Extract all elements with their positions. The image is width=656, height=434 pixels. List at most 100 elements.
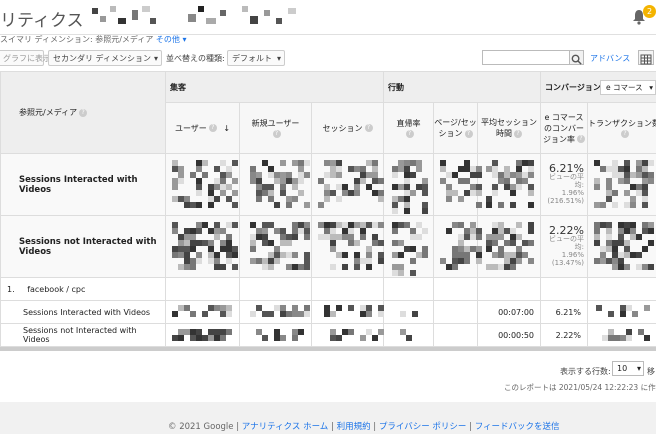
redaction-block <box>262 335 268 341</box>
redaction-block <box>232 160 238 166</box>
redaction-block <box>422 208 428 214</box>
plot-rows-button[interactable]: グラフに表示 <box>0 50 51 66</box>
redaction-block <box>360 234 366 240</box>
redaction-block <box>476 202 482 208</box>
search-button[interactable] <box>569 50 584 65</box>
table-row: Sessions not Interacted with Videos 00:0… <box>0 323 656 347</box>
redaction-block <box>292 335 298 341</box>
redaction-block <box>498 202 504 208</box>
help-icon[interactable]: ? <box>79 108 88 117</box>
footer-links: © 2021 Google | アナリティクス ホーム | 利用規約 | プライ… <box>168 422 560 432</box>
view-average-label: ビューの平均: <box>549 234 584 251</box>
redaction-block <box>292 252 298 258</box>
redaction-block <box>202 311 208 317</box>
help-icon[interactable]: ? <box>514 129 522 138</box>
column-header-users[interactable]: ユーザー? ↓ <box>165 102 240 154</box>
redaction-block <box>626 335 632 341</box>
sort-type-label: 並べ替えの種類: <box>166 54 225 63</box>
table-view-button[interactable] <box>638 50 654 65</box>
ecommerce-goal-select[interactable]: e コマース ▾ <box>600 80 656 95</box>
redaction-block <box>318 202 324 208</box>
redaction-block <box>250 246 256 252</box>
redaction-block <box>422 252 428 258</box>
redaction-block <box>648 160 654 166</box>
column-header-avg-session-duration[interactable]: 平均セッション時間? <box>477 102 541 154</box>
redaction-block <box>510 190 516 196</box>
redaction-block <box>232 222 238 228</box>
redaction-block <box>398 252 404 258</box>
dimension-header-label: 参照元/メディア <box>19 108 78 117</box>
redaction-block <box>608 311 614 317</box>
redaction-block <box>378 329 384 335</box>
advanced-filter-link[interactable]: アドバンス <box>590 53 630 64</box>
redaction-block <box>594 184 600 190</box>
help-icon[interactable]: ? <box>464 129 473 138</box>
redaction-block <box>392 208 398 214</box>
help-icon[interactable]: ? <box>364 124 373 132</box>
redaction-block <box>342 264 348 270</box>
help-icon[interactable]: ? <box>208 124 217 132</box>
redaction-block <box>528 202 534 208</box>
column-header-transactions[interactable]: トランザクション数? <box>587 102 656 154</box>
breadcrumb-other-link[interactable]: その他 ▾ <box>156 35 187 44</box>
sort-arrow-down-icon: ↓ <box>223 123 231 133</box>
redaction-block <box>378 258 384 264</box>
empty-cell <box>311 277 384 301</box>
redaction-block <box>412 311 418 317</box>
footer-link-privacy[interactable]: プライバシー ポリシー <box>379 422 467 432</box>
view-average-label: ビューの平均: <box>549 172 584 189</box>
rows-per-page-label: 表示する行数: <box>560 367 611 376</box>
redaction-block <box>378 196 384 202</box>
redaction-block <box>642 246 648 252</box>
redaction-block <box>214 196 220 202</box>
sort-type-dropdown[interactable]: デフォルト ▾ <box>227 50 285 66</box>
redaction-block <box>416 234 422 240</box>
redaction-block <box>644 335 650 341</box>
sort-type-value: デフォルト <box>232 54 272 63</box>
row-index: 1. <box>7 284 15 294</box>
help-icon[interactable]: ? <box>577 135 585 143</box>
ecommerce-select-label: e コマース <box>606 83 643 92</box>
redaction-block <box>528 190 534 196</box>
column-header-new-users[interactable]: 新規ユーザー? <box>239 102 312 154</box>
redaction-block <box>636 234 642 240</box>
redaction-block <box>348 329 354 335</box>
redaction-block <box>416 166 422 172</box>
redaction-block <box>510 264 516 270</box>
chevron-down-icon: ▾ <box>153 54 158 63</box>
avg-session-duration-value: 00:07:00 <box>477 300 541 324</box>
redaction-block <box>196 202 202 208</box>
redaction-block <box>476 190 482 196</box>
dimension-header[interactable]: 参照元/メディア? <box>0 71 166 154</box>
redaction-block <box>202 172 208 178</box>
source-medium-link[interactable]: facebook / cpc <box>27 285 85 294</box>
redaction-block <box>256 196 262 202</box>
help-icon[interactable]: ? <box>621 129 629 138</box>
column-header-sessions[interactable]: セッション? <box>311 102 384 154</box>
column-header-pages-per-session[interactable]: ページ/セッション? <box>433 102 478 154</box>
redaction-block <box>172 311 178 317</box>
view-average-value: 1.96% <box>561 188 584 197</box>
redaction-block <box>458 196 464 202</box>
segment-name: Sessions Interacted with Videos <box>0 153 166 216</box>
table-scrollbar[interactable] <box>0 347 656 351</box>
column-avg-session-duration-label: 平均セッション時間 <box>481 118 537 138</box>
redaction-block <box>366 264 372 270</box>
help-icon[interactable]: ? <box>272 129 281 138</box>
redaction-block <box>410 270 416 276</box>
column-header-ecommerce-conversion-rate[interactable]: e コマースのコンバージョン率? <box>540 102 588 154</box>
table-search-input[interactable] <box>482 50 570 65</box>
redaction-block <box>304 311 310 317</box>
rows-per-page-select[interactable]: 10 ▾ <box>612 361 644 376</box>
redaction-block <box>190 264 196 270</box>
footer-link-feedback[interactable]: フィードバックを送信 <box>475 422 560 432</box>
footer-link-analytics-home[interactable]: アナリティクス ホーム <box>242 422 329 432</box>
group-acquisition: 集客 <box>165 71 384 103</box>
footer-link-terms[interactable]: 利用規約 <box>337 422 371 432</box>
secondary-dimension-dropdown[interactable]: セカンダリ ディメンション ▾ <box>48 50 162 66</box>
redaction-block <box>286 240 292 246</box>
search-icon <box>571 54 582 65</box>
redaction-block <box>190 311 196 317</box>
help-icon[interactable]: ? <box>405 129 414 138</box>
column-header-bounce-rate[interactable]: 直帰率? <box>383 102 434 154</box>
